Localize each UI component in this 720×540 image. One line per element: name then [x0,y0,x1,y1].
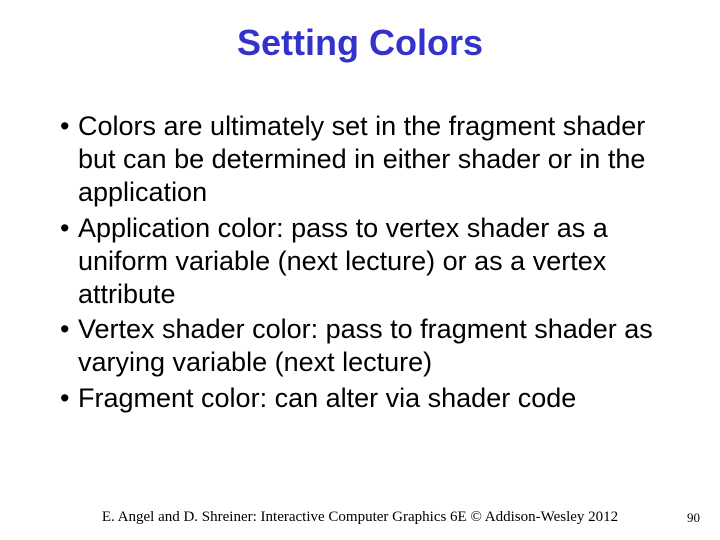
bullet-dot-icon: • [60,212,78,312]
bullet-text: Vertex shader color: pass to fragment sh… [78,313,670,379]
bullet-item: • Colors are ultimately set in the fragm… [60,110,670,210]
bullet-item: • Vertex shader color: pass to fragment … [60,313,670,379]
bullet-text: Fragment color: can alter via shader cod… [78,382,670,415]
bullet-item: • Application color: pass to vertex shad… [60,212,670,312]
bullet-dot-icon: • [60,313,78,379]
slide-title: Setting Colors [0,22,720,64]
bullet-dot-icon: • [60,110,78,210]
slide-body: • Colors are ultimately set in the fragm… [60,110,670,417]
bullet-item: • Fragment color: can alter via shader c… [60,382,670,415]
bullet-text: Colors are ultimately set in the fragmen… [78,110,670,210]
footer-attribution: E. Angel and D. Shreiner: Interactive Co… [0,509,720,526]
page-number: 90 [687,510,700,526]
bullet-dot-icon: • [60,382,78,415]
slide: Setting Colors • Colors are ultimately s… [0,0,720,540]
bullet-text: Application color: pass to vertex shader… [78,212,670,312]
